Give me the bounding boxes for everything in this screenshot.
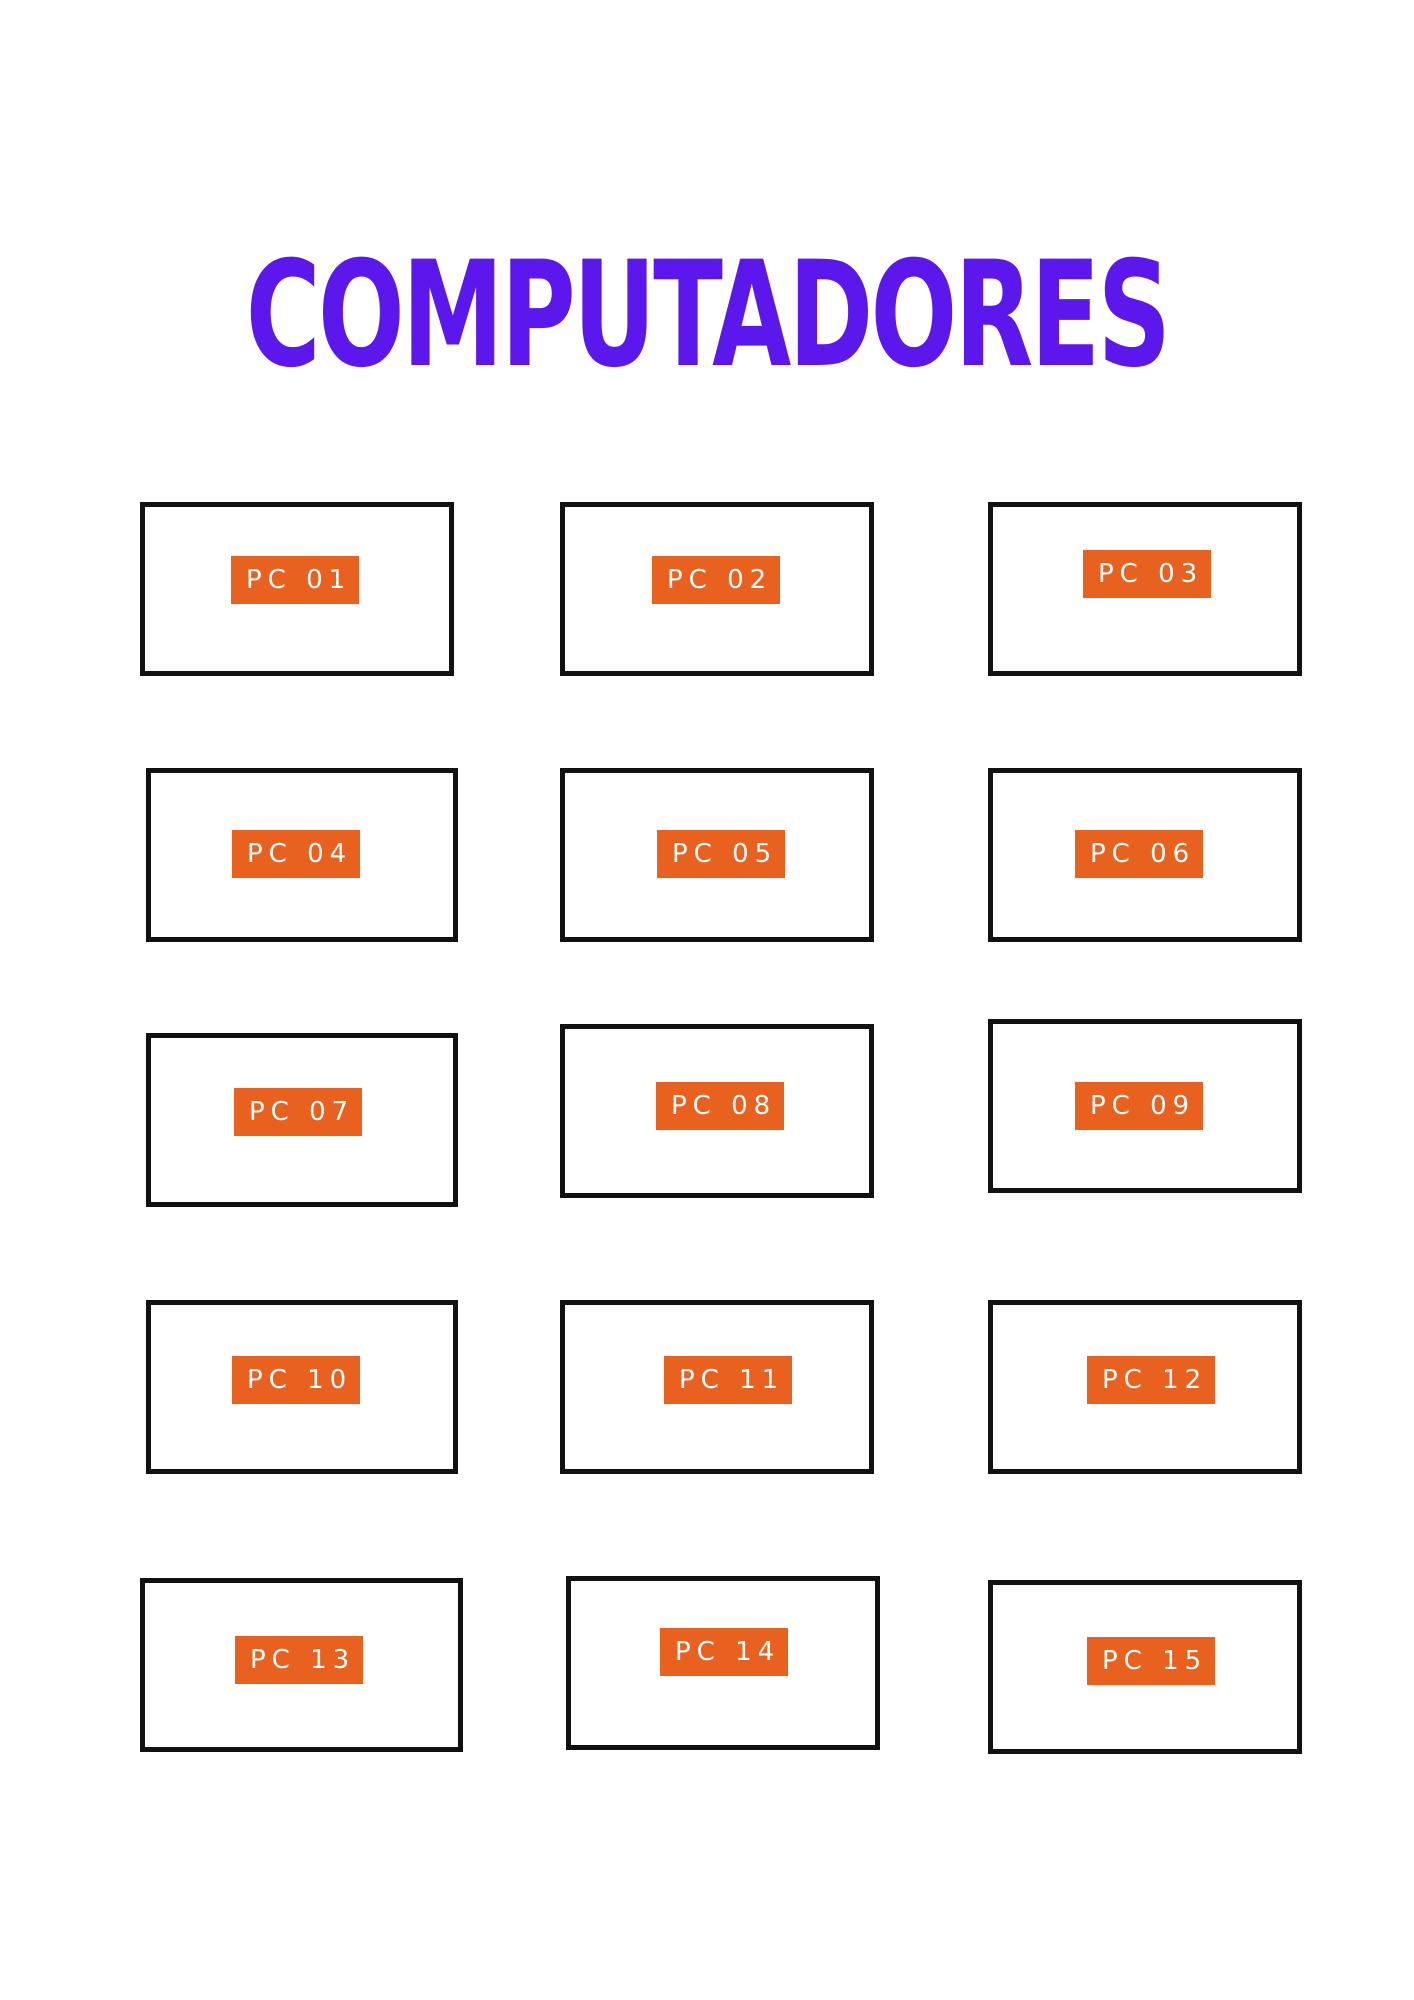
pc-label: PC 01 — [231, 556, 360, 604]
pc-label: PC 11 — [664, 1356, 793, 1404]
pc-label: PC 07 — [234, 1088, 363, 1136]
pc-label: PC 14 — [660, 1628, 789, 1676]
pc-label: PC 02 — [652, 556, 781, 604]
pc-label: PC 09 — [1075, 1082, 1204, 1130]
pc-label: PC 15 — [1087, 1637, 1216, 1685]
pc-label: PC 12 — [1087, 1356, 1216, 1404]
pc-label: PC 04 — [232, 830, 361, 878]
pc-label: PC 13 — [235, 1636, 364, 1684]
pc-label: PC 05 — [657, 830, 786, 878]
page-title: COMPUTADORES — [245, 230, 1171, 400]
pc-label: PC 10 — [232, 1356, 361, 1404]
pc-label: PC 03 — [1083, 550, 1212, 598]
pc-label: PC 08 — [656, 1082, 785, 1130]
pc-label: PC 06 — [1075, 830, 1204, 878]
